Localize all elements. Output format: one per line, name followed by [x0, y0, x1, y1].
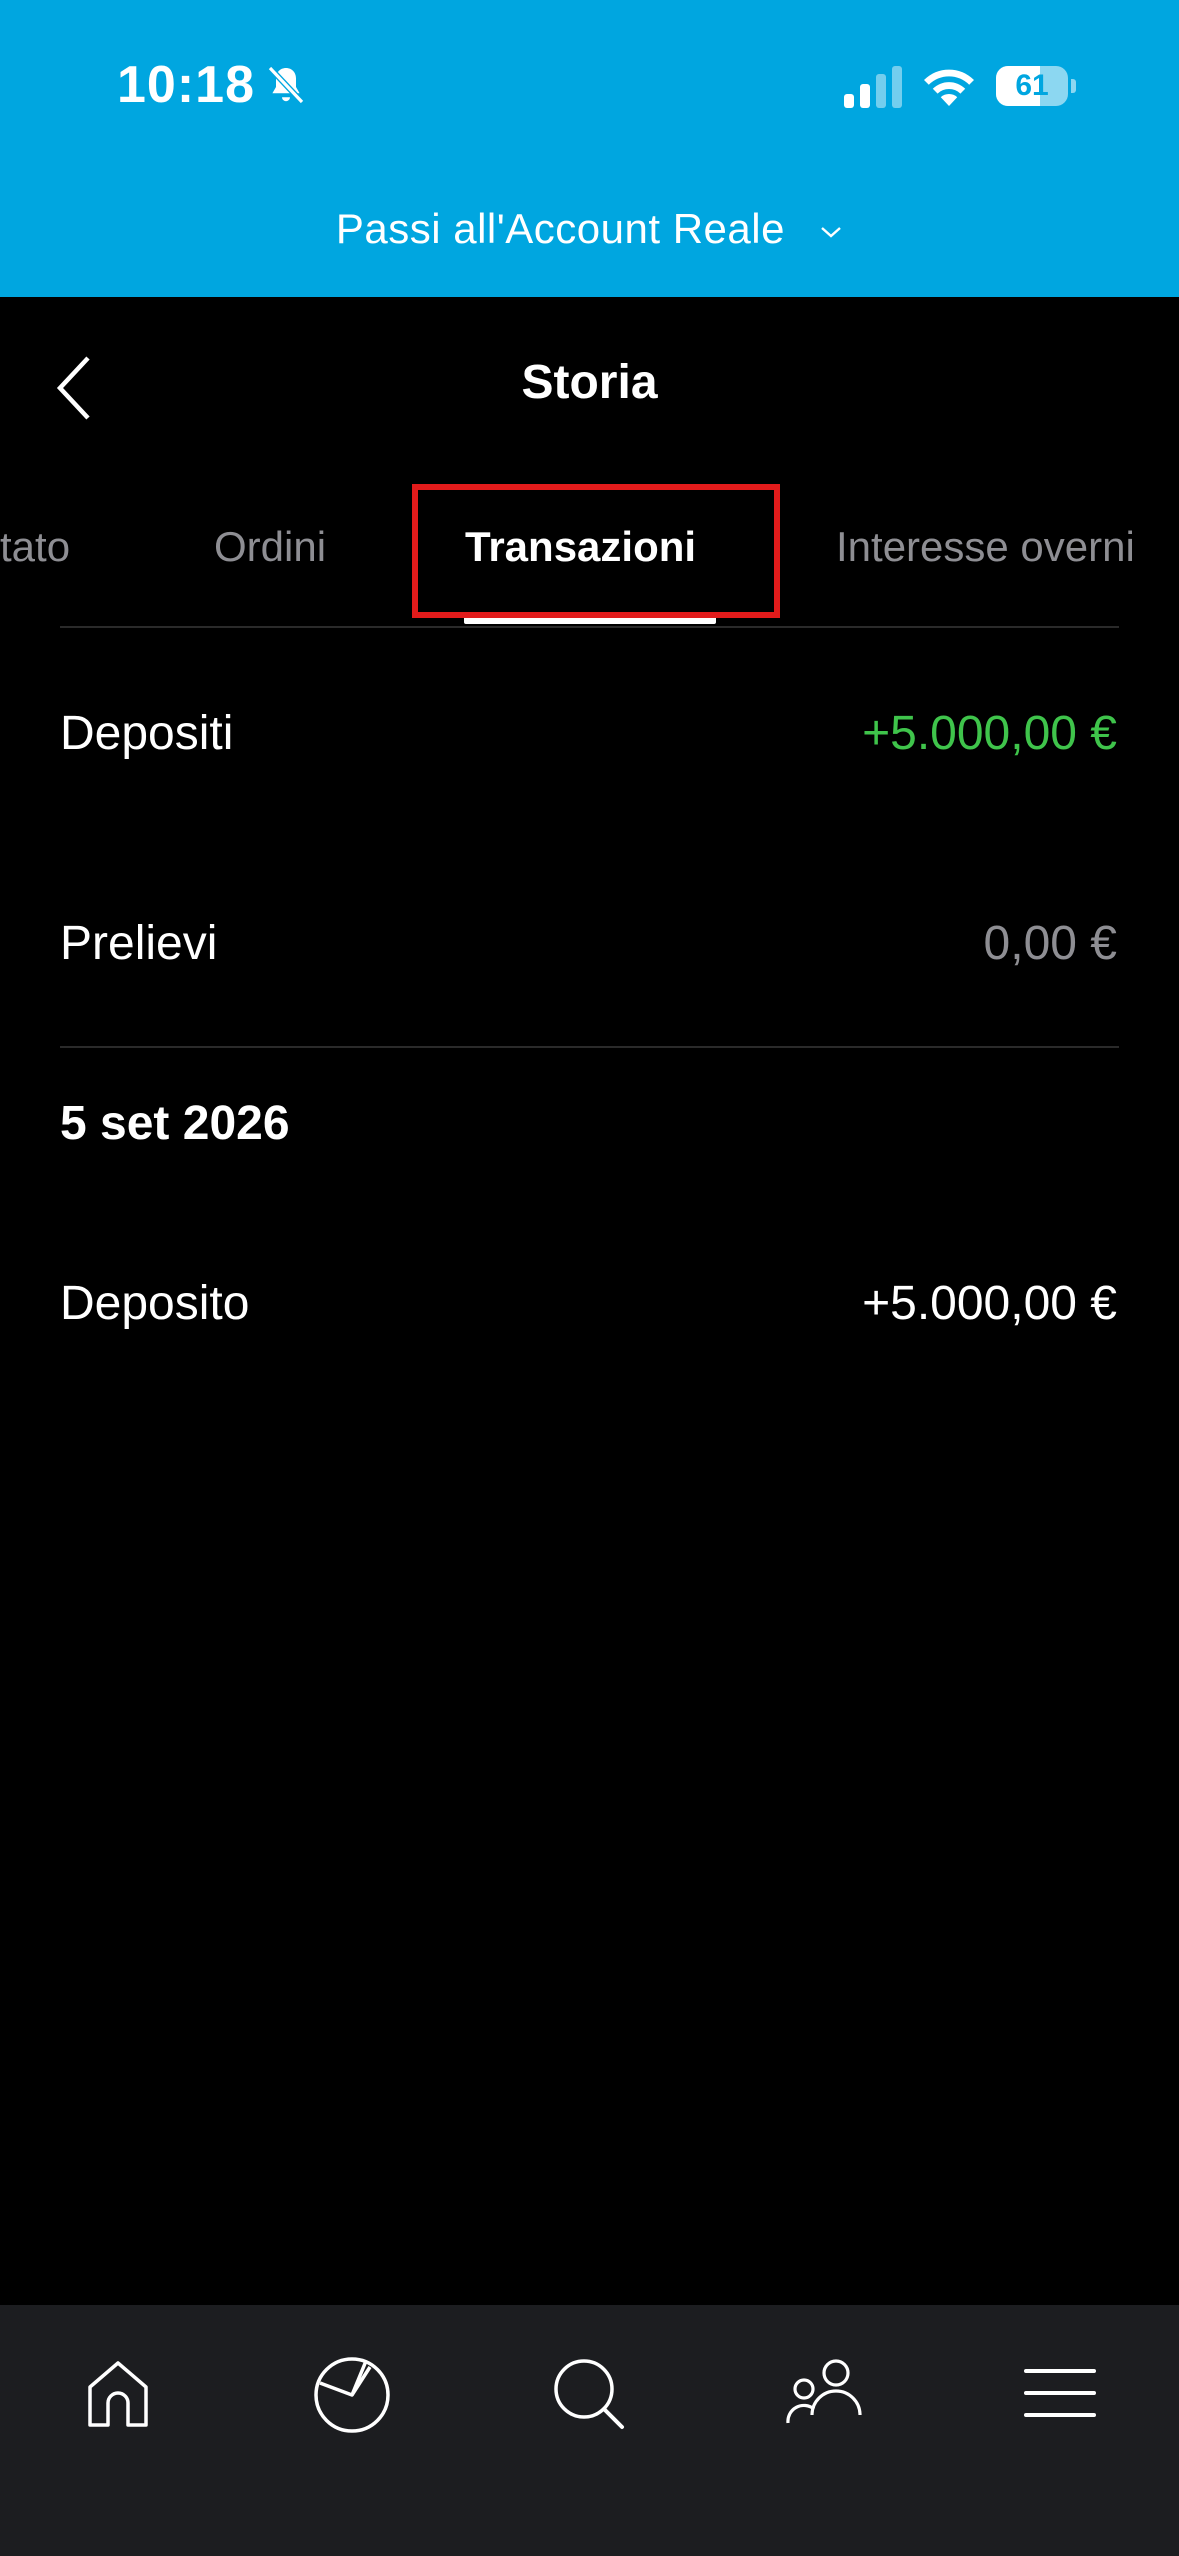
bottom-navigation	[0, 2305, 1179, 2556]
status-time: 10:18	[117, 56, 255, 114]
status-banner: 10:18 61 Passi all'Account Reale	[0, 0, 1179, 297]
bell-slash-icon	[267, 65, 305, 105]
summary-divider	[60, 1046, 1119, 1048]
page-title: Storia	[521, 356, 658, 409]
transaction-amount: +5.000,00 €	[862, 1277, 1117, 1330]
tab-ordini[interactable]: Ordini	[214, 523, 326, 571]
tab-interesse-overnight[interactable]: Interesse overni	[836, 523, 1135, 571]
transaction-label: Deposito	[60, 1277, 250, 1330]
deposits-value: +5.000,00 €	[862, 707, 1117, 760]
deposits-label: Depositi	[60, 707, 234, 760]
cellular-signal-icon	[844, 66, 902, 108]
portfolio-pie-icon[interactable]	[312, 2353, 392, 2433]
account-switch-button[interactable]: Passi all'Account Reale	[0, 205, 1179, 253]
tabs-divider	[60, 626, 1119, 628]
account-switch-label: Passi all'Account Reale	[335, 205, 785, 252]
battery-percent: 61	[1015, 69, 1049, 102]
menu-icon[interactable]	[1020, 2353, 1100, 2433]
tab-stato[interactable]: tato	[0, 523, 70, 571]
withdrawals-label: Prelievi	[60, 917, 218, 970]
withdrawals-value: 0,00 €	[983, 917, 1117, 970]
search-icon[interactable]	[550, 2353, 630, 2433]
battery-icon: 61	[996, 66, 1076, 106]
wifi-icon	[924, 69, 974, 106]
tab-highlight-box	[412, 484, 780, 618]
transaction-date-heading: 5 set 2026	[60, 1097, 290, 1150]
community-icon[interactable]	[784, 2353, 864, 2433]
home-icon[interactable]	[78, 2353, 158, 2433]
chevron-down-icon	[821, 227, 841, 238]
